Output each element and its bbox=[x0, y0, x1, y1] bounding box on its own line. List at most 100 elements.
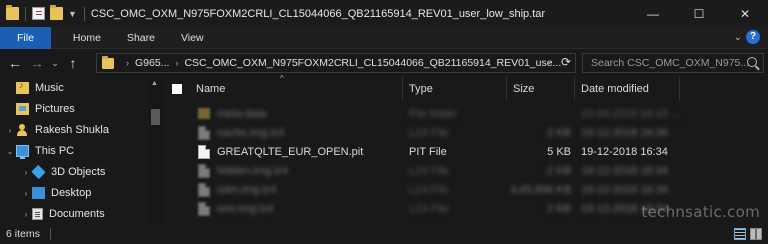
file-type: PIT File bbox=[409, 145, 447, 158]
file-name: hidden.img.lz4 bbox=[217, 164, 288, 177]
file-size: 2 KB bbox=[547, 126, 571, 139]
sidebar-item-music[interactable]: Music bbox=[16, 78, 64, 98]
expand-chevron-icon[interactable]: › bbox=[20, 210, 32, 219]
file-type: LZ4 File bbox=[409, 202, 449, 215]
user-icon bbox=[16, 124, 29, 136]
sidebar-item-label: Rakesh Shukla bbox=[35, 124, 109, 136]
address-bar[interactable]: › G965... › CSC_OMC_OXM_N975FOXM2CRLI_CL… bbox=[96, 53, 576, 73]
breadcrumb-item[interactable]: G965... bbox=[135, 57, 169, 69]
collapse-chevron-icon[interactable]: ⌄ bbox=[4, 147, 16, 156]
column-header-name[interactable]: Name bbox=[168, 77, 403, 100]
breadcrumb-separator[interactable]: › bbox=[175, 58, 178, 68]
file-date: 19-12-2018 16:34 bbox=[581, 164, 668, 177]
back-arrow-icon[interactable]: ← bbox=[4, 55, 26, 71]
3d-objects-icon bbox=[31, 164, 46, 180]
address-dropdown-chevron-icon[interactable]: ⌄ bbox=[545, 56, 553, 67]
file-type: File folder bbox=[409, 107, 458, 120]
customize-toolbar-chevron-icon[interactable]: ▼ bbox=[68, 9, 77, 19]
sidebar-item-desktop[interactable]: › Desktop bbox=[20, 183, 91, 203]
sidebar-item-documents[interactable]: › Documents bbox=[20, 204, 105, 224]
desktop-icon bbox=[32, 187, 45, 199]
file-date: 19-12-2018 16:34 bbox=[581, 183, 668, 196]
title-bar: ▼ CSC_OMC_OXM_N975FOXM2CRLI_CL15044066_Q… bbox=[0, 0, 768, 27]
file-name: odm.img.lz4 bbox=[217, 183, 277, 196]
breadcrumb-item-current[interactable]: CSC_OMC_OXM_N975FOXM2CRLI_CL15044066_QB2… bbox=[184, 57, 561, 69]
pc-icon bbox=[16, 145, 29, 159]
music-icon bbox=[16, 80, 29, 94]
column-header-date-modified[interactable]: Date modified bbox=[575, 77, 680, 100]
sidebar-item-user[interactable]: › Rakesh Shukla bbox=[4, 120, 109, 140]
forward-arrow-icon[interactable]: → bbox=[26, 55, 48, 71]
select-all-checkbox[interactable] bbox=[172, 83, 182, 94]
file-size: 4,65,896 KB bbox=[510, 183, 571, 196]
navigation-pane: Music Pictures › Rakesh Shukla ⌄ This PC… bbox=[0, 77, 163, 224]
sidebar-item-this-pc[interactable]: ⌄ This PC bbox=[4, 141, 74, 161]
status-bar: 6 items bbox=[0, 224, 768, 244]
sidebar-item-pictures[interactable]: Pictures bbox=[16, 99, 75, 119]
search-icon bbox=[747, 57, 757, 67]
file-row[interactable]: odm.img.lz4 LZ4 File 4,65,896 KB 19-12-2… bbox=[168, 180, 768, 199]
quick-access-toolbar: ▼ bbox=[0, 0, 91, 27]
file-icon bbox=[198, 182, 210, 197]
expand-chevron-icon[interactable]: › bbox=[4, 126, 16, 135]
details-view-icon[interactable] bbox=[734, 228, 746, 240]
help-icon[interactable]: ? bbox=[746, 30, 760, 44]
maximize-button[interactable]: ☐ bbox=[676, 0, 722, 27]
column-header-type[interactable]: Type bbox=[403, 77, 507, 100]
file-row[interactable]: cache.img.lz4 LZ4 File 2 KB 19-12-2018 1… bbox=[168, 123, 768, 142]
properties-icon[interactable] bbox=[32, 7, 45, 20]
item-count: 6 items bbox=[6, 228, 40, 240]
file-size: 2 KB bbox=[547, 202, 571, 215]
search-placeholder: Search CSC_OMC_OXM_N975... bbox=[591, 57, 750, 69]
tab-file[interactable]: File bbox=[0, 26, 51, 49]
file-size bbox=[507, 104, 571, 123]
file-type: LZ4 File bbox=[409, 164, 449, 177]
tab-share[interactable]: Share bbox=[114, 27, 168, 49]
column-headers: ^ Name Type Size Date modified bbox=[168, 74, 768, 100]
file-row[interactable]: meta-data File folder 20-04-2020 04:15 .… bbox=[168, 104, 768, 123]
file-icon bbox=[198, 201, 210, 216]
file-type: LZ4 File bbox=[409, 183, 449, 196]
file-name: cache.img.lz4 bbox=[217, 126, 285, 139]
sidebar-item-label: Pictures bbox=[35, 103, 75, 115]
folder-icon bbox=[198, 108, 210, 119]
file-name: meta-data bbox=[217, 107, 267, 120]
sidebar-item-label: Documents bbox=[49, 208, 105, 220]
scroll-up-arrow-icon[interactable]: ▲ bbox=[151, 80, 158, 87]
file-date: 19-12-2018 16:34 bbox=[581, 145, 668, 158]
breadcrumb-separator[interactable]: › bbox=[126, 58, 129, 68]
column-label: Date modified bbox=[581, 82, 649, 95]
divider bbox=[49, 228, 51, 240]
sidebar-item-label: Desktop bbox=[51, 187, 92, 199]
expand-chevron-icon[interactable]: › bbox=[20, 189, 32, 198]
close-button[interactable]: ✕ bbox=[722, 0, 768, 27]
column-header-size[interactable]: Size bbox=[507, 77, 575, 100]
large-icons-view-icon[interactable] bbox=[750, 228, 762, 240]
up-arrow-icon[interactable]: ↑ bbox=[62, 55, 84, 71]
pictures-icon bbox=[16, 103, 29, 115]
expand-ribbon-chevron-icon[interactable]: ⌄ bbox=[734, 32, 742, 43]
minimize-button[interactable]: — bbox=[630, 0, 676, 27]
search-input[interactable]: Search CSC_OMC_OXM_N975... bbox=[582, 53, 764, 73]
nav-scrollbar[interactable]: ▲ bbox=[148, 77, 163, 224]
file-icon bbox=[198, 125, 210, 140]
file-icon bbox=[198, 163, 210, 178]
tab-view[interactable]: View bbox=[168, 27, 217, 49]
file-date: 19-12-2018 16:34 bbox=[581, 126, 668, 139]
tab-home[interactable]: Home bbox=[51, 27, 114, 49]
file-name: GREATQLTE_EUR_OPEN.pit bbox=[217, 145, 364, 158]
sidebar-item-3d-objects[interactable]: › 3D Objects bbox=[20, 162, 105, 182]
expand-chevron-icon[interactable]: › bbox=[20, 168, 32, 177]
recent-locations-chevron-icon[interactable]: ⌄ bbox=[48, 58, 62, 69]
ribbon-tabs: File Home Share View ⌄ ? bbox=[0, 26, 768, 49]
navigation-bar: ← → ⌄ ↑ › G965... › CSC_OMC_OXM_N975FOXM… bbox=[0, 49, 768, 77]
documents-icon bbox=[32, 208, 43, 220]
column-label: Size bbox=[513, 82, 535, 95]
sidebar-item-label: This PC bbox=[35, 145, 75, 157]
folder-icon bbox=[6, 5, 19, 20]
refresh-icon[interactable]: ⟳ bbox=[561, 55, 571, 69]
file-row[interactable]: GREATQLTE_EUR_OPEN.pit PIT File 5 KB 19-… bbox=[168, 142, 768, 161]
new-folder-icon[interactable] bbox=[50, 5, 63, 20]
file-row[interactable]: hidden.img.lz4 LZ4 File 2 KB 19-12-2018 … bbox=[168, 161, 768, 180]
scrollbar-thumb[interactable] bbox=[151, 109, 160, 125]
